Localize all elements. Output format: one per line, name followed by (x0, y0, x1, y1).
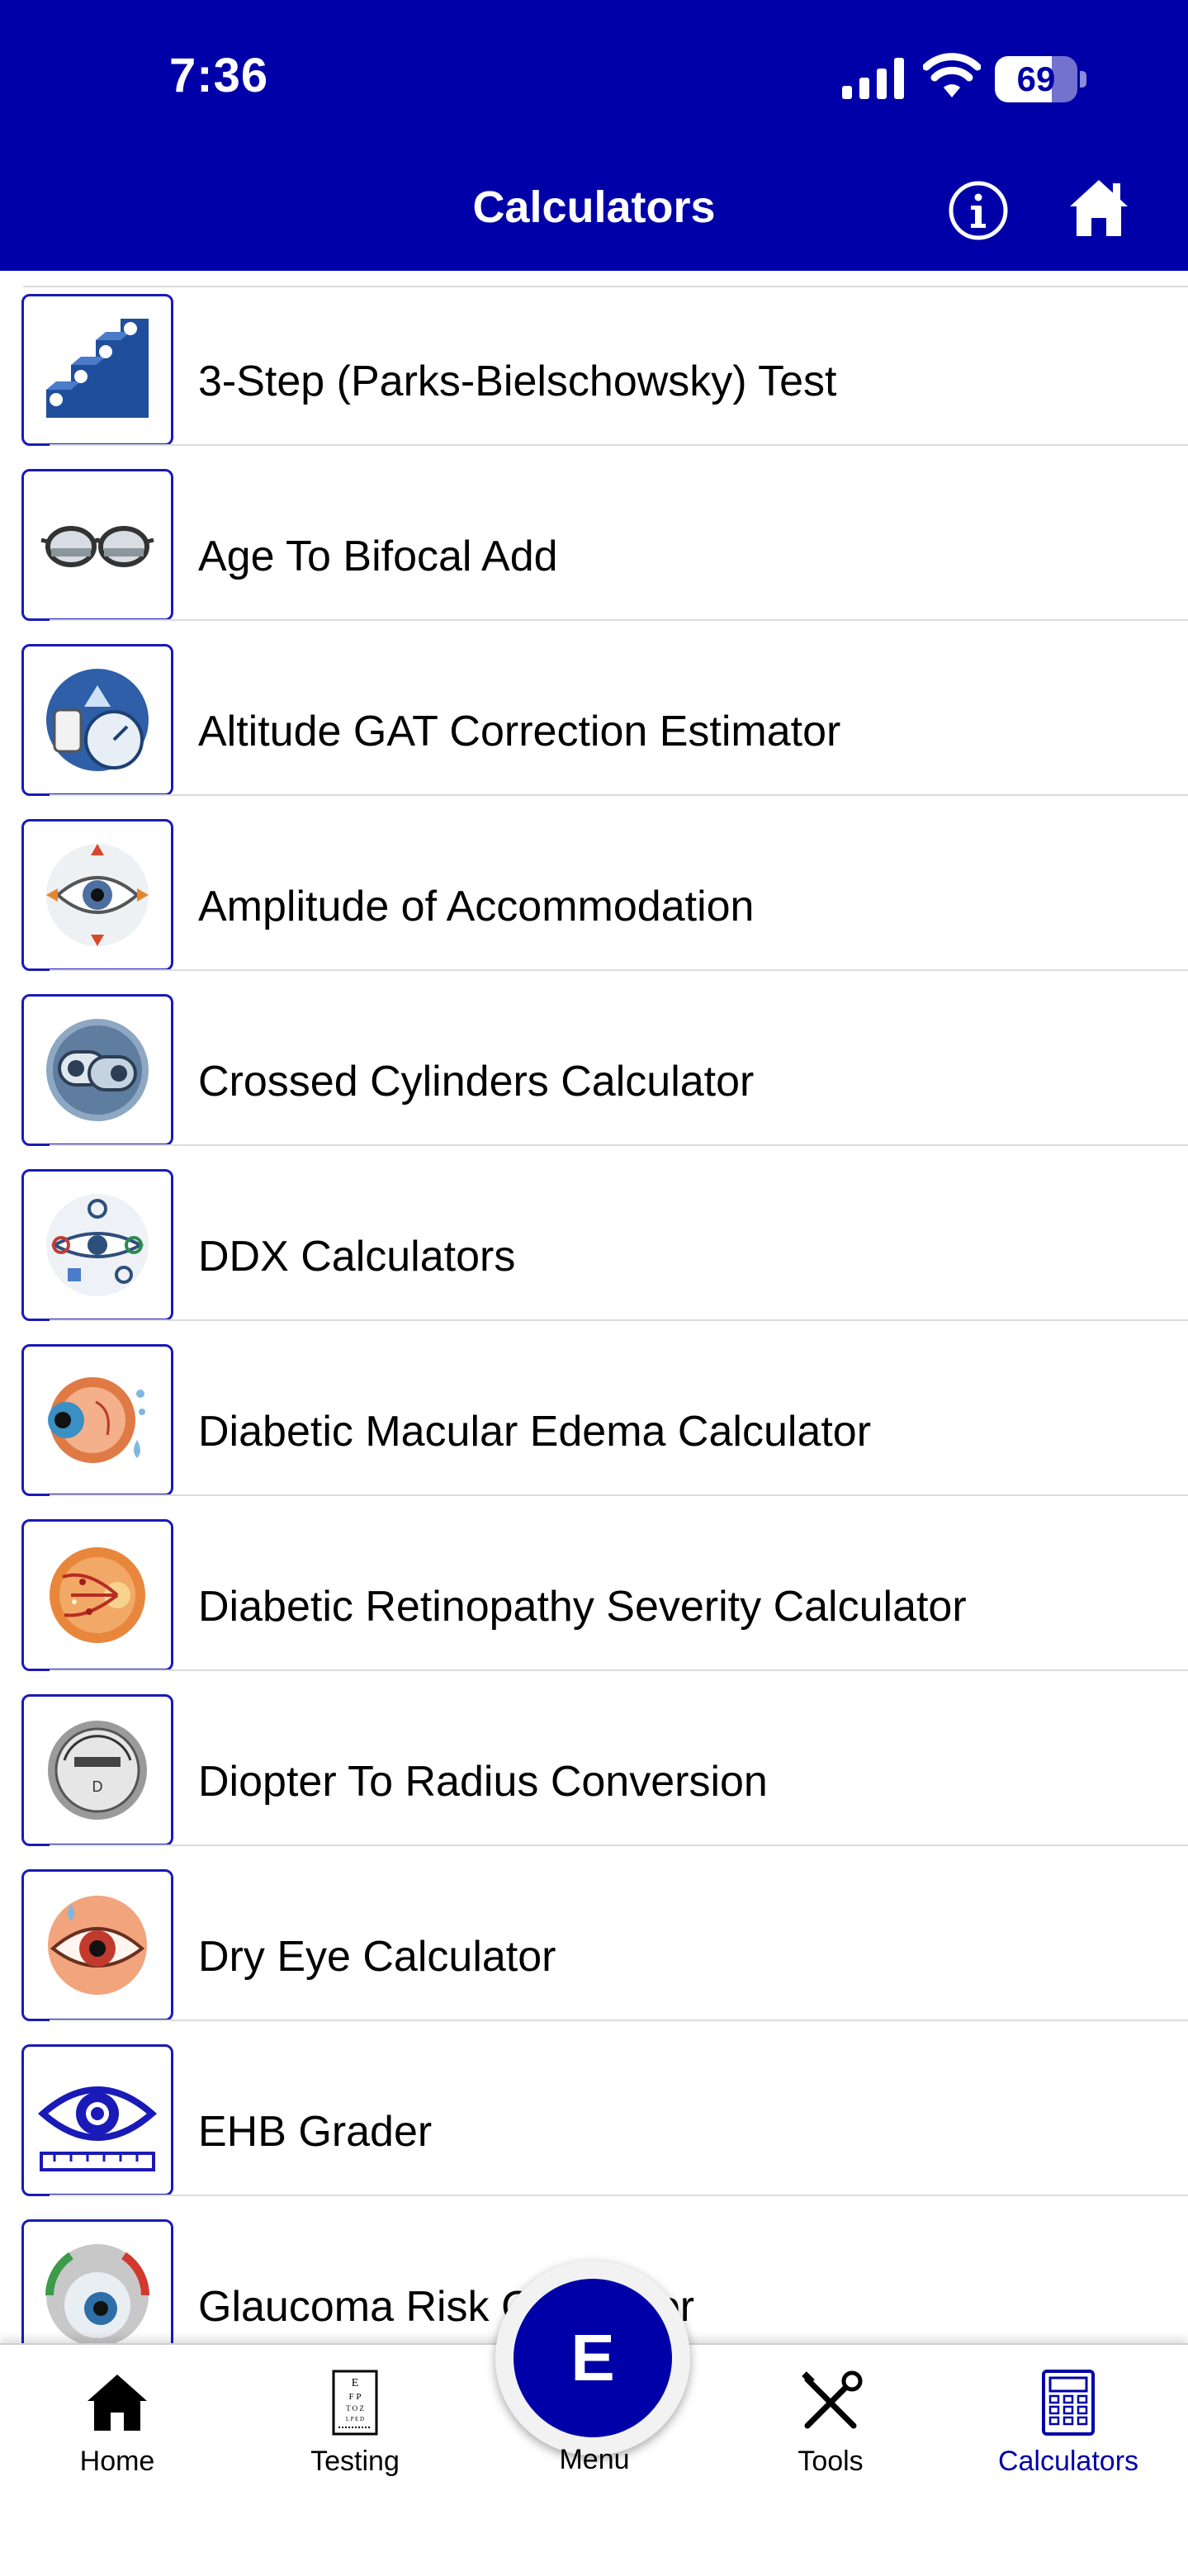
battery-body: 69 (995, 56, 1077, 102)
list-item-altitude-gat[interactable]: Altitude GAT Correction Estimator (0, 621, 1188, 796)
tab-calculators-label: Calculators (997, 2446, 1139, 2477)
menu-letter: E (514, 2279, 672, 2437)
page-title: Calculators (472, 182, 716, 232)
home-icon[interactable] (1067, 175, 1131, 239)
list-item-label: Amplitude of Accommodation (198, 883, 755, 930)
battery-percent: 69 (1016, 59, 1056, 98)
tab-testing[interactable]: E F P T O Z L P E D Testing (272, 2345, 438, 2510)
list-item-amplitude-accommodation[interactable]: Amplitude of Accommodation (0, 796, 1188, 971)
list-item-dry-eye[interactable]: Dry Eye Calculator (0, 1846, 1188, 2021)
diopter-dial-icon: D (21, 1694, 173, 1846)
battery-cap (1080, 71, 1086, 88)
eyeball-icon (21, 1344, 173, 1496)
tools-icon (802, 2370, 863, 2429)
cylinders-icon (21, 994, 173, 1146)
svg-text:E: E (352, 2377, 359, 2389)
list-item-3-step-test[interactable]: 3-Step (Parks-Bielschowsky) Test (0, 271, 1188, 446)
list-item-label: Diabetic Macular Edema Calculator (198, 1408, 872, 1456)
status-time: 7:36 (169, 49, 269, 102)
tab-home[interactable]: Home (35, 2345, 200, 2510)
ddx-icon (21, 1169, 173, 1321)
tab-testing-label: Testing (310, 2446, 400, 2477)
svg-text:L P E D: L P E D (346, 2416, 364, 2422)
svg-text:F P: F P (349, 2392, 362, 2402)
list-item-ehb-grader[interactable]: EHB Grader (0, 2021, 1188, 2196)
list-item-diabetic-retinopathy[interactable]: Diabetic Retinopathy Severity Calculator (0, 1496, 1188, 1671)
list-item-ddx[interactable]: DDX Calculators (0, 1146, 1188, 1321)
svg-text:T O Z: T O Z (346, 2404, 364, 2413)
dry-eye-icon (21, 1869, 173, 2021)
calculator-list[interactable]: 3-Step (Parks-Bielschowsky) Test Age To … (0, 271, 1188, 2343)
home-tab-icon (88, 2375, 147, 2431)
list-item-diopter-to-radius[interactable]: D Diopter To Radius Conversion (0, 1671, 1188, 1846)
eye-chart-icon: E F P T O Z L P E D (332, 2370, 378, 2436)
tab-menu-label: Menu (559, 2444, 630, 2475)
steps-icon (21, 294, 173, 446)
info-icon[interactable] (948, 180, 1009, 241)
app-header: 7:36 69 Calculators (0, 0, 1188, 271)
tab-home-label: Home (79, 2446, 155, 2477)
list-item-label: Dry Eye Calculator (198, 1933, 556, 1981)
list-item-bifocal-add[interactable]: Age To Bifocal Add (0, 446, 1188, 621)
tab-tools[interactable]: Tools (748, 2345, 913, 2510)
wifi-icon (923, 53, 981, 97)
menu-button[interactable]: E (495, 2261, 690, 2455)
retina-icon (21, 1519, 173, 1671)
list-item-label: DDX Calculators (198, 1233, 516, 1281)
tab-tools-label: Tools (798, 2446, 864, 2477)
list-item-label: Altitude GAT Correction Estimator (198, 708, 841, 755)
list-item-crossed-cylinders[interactable]: Crossed Cylinders Calculator (0, 971, 1188, 1146)
cellular-signal-icon (842, 58, 904, 99)
list-item-label: EHB Grader (198, 2108, 433, 2156)
calculator-icon (1042, 2370, 1095, 2436)
eye-ruler-icon (21, 2044, 173, 2196)
glaucoma-eye-icon (21, 2219, 173, 2343)
altitude-gauge-icon (21, 644, 173, 796)
list-item-label: Age To Bifocal Add (198, 533, 558, 580)
glasses-icon (21, 469, 173, 621)
list-item-diabetic-macular-edema[interactable]: Diabetic Macular Edema Calculator (0, 1321, 1188, 1496)
list-item-label: 3-Step (Parks-Bielschowsky) Test (198, 358, 837, 405)
svg-text:D: D (92, 1778, 103, 1795)
tab-calculators[interactable]: Calculators (986, 2345, 1151, 2510)
list-item-label: Diopter To Radius Conversion (198, 1758, 768, 1806)
eye-arrows-icon (21, 819, 173, 971)
list-item-label: Diabetic Retinopathy Severity Calculator (198, 1583, 967, 1631)
battery-indicator: 69 (995, 56, 1087, 102)
list-item-label: Crossed Cylinders Calculator (198, 1058, 755, 1106)
